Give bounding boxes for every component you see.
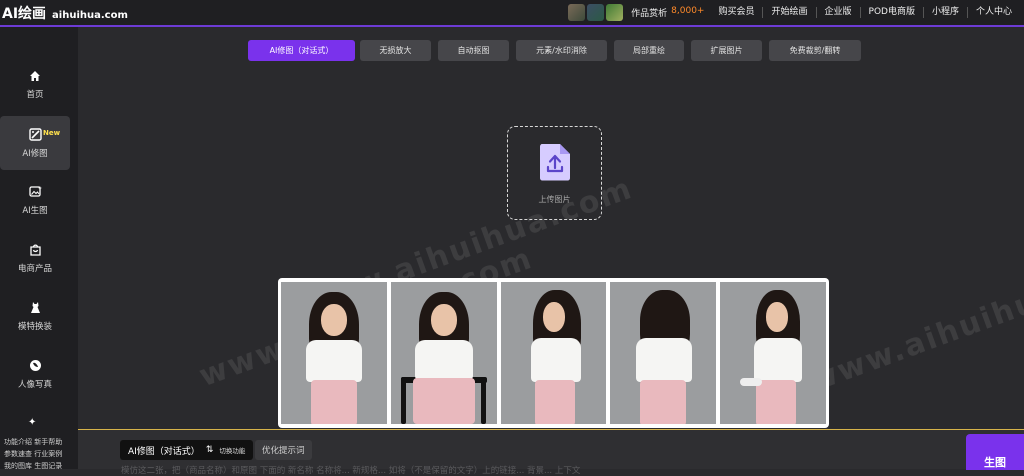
switch-label: 切换功能 bbox=[219, 447, 246, 455]
portrait-icon bbox=[28, 359, 42, 373]
sidebar: 首页 New AI修图 AI生图 电商产品 模特换装 人像写真 ✦ 功能介绍 新… bbox=[0, 27, 78, 472]
tab-auto-cutout[interactable]: 自动抠图 bbox=[438, 40, 509, 61]
tab-crop-flip[interactable]: 免费裁剪/翻转 bbox=[769, 40, 861, 61]
sidebar-item-label: AI生图 bbox=[22, 205, 48, 216]
example-photo[interactable] bbox=[281, 282, 387, 424]
new-badge: New bbox=[43, 129, 61, 137]
top-nav: 作品赏析 8,000+ 购买会员 开始绘画 企业版 POD电商版 小程序 个人中… bbox=[568, 0, 1020, 25]
avatar[interactable] bbox=[587, 4, 605, 21]
footer-link[interactable]: 功能介绍 bbox=[4, 438, 32, 446]
prompt-input[interactable]: 模仿这二张，把（商品名称）和原图 下面的 新名称 名称将... 新规格... 如… bbox=[121, 464, 580, 476]
nav-mini-program[interactable]: 小程序 bbox=[922, 7, 967, 18]
nav-enterprise[interactable]: 企业版 bbox=[815, 7, 860, 18]
logo-text: AI绘画 bbox=[2, 5, 47, 22]
footer-link[interactable]: 新手帮助 bbox=[34, 438, 62, 446]
mode-label: AI修图（对话式） bbox=[128, 446, 200, 457]
home-icon bbox=[28, 69, 42, 83]
nav-profile[interactable]: 个人中心 bbox=[966, 7, 1020, 18]
prompt-bar: AI修图（对话式） ⇅ 切换功能 优化提示词 模仿这二张，把（商品名称）和原图 … bbox=[78, 429, 1024, 476]
sidebar-item-label: 首页 bbox=[26, 89, 44, 100]
footer-link[interactable]: 行业案例 bbox=[34, 450, 62, 458]
sidebar-item-ai-generate[interactable]: AI生图 bbox=[0, 173, 70, 227]
shopping-bag-icon bbox=[28, 243, 42, 257]
mode-selector[interactable]: AI修图（对话式） ⇅ 切换功能 bbox=[120, 440, 254, 460]
upload-label: 上传图片 bbox=[538, 194, 571, 204]
example-photo[interactable] bbox=[720, 282, 826, 424]
sidebar-item-ai-edit[interactable]: New AI修图 bbox=[0, 116, 70, 170]
sidebar-item-model-outfit[interactable]: 模特换装 bbox=[0, 289, 70, 343]
image-generate-icon bbox=[28, 185, 42, 199]
logo[interactable]: AI绘画 aihuihua.com bbox=[0, 3, 128, 23]
appreciate-link[interactable]: 作品赏析 8,000+ bbox=[631, 6, 704, 19]
upload-file-icon bbox=[538, 142, 572, 186]
footer-link[interactable]: 参数速查 bbox=[4, 450, 32, 458]
sidebar-item-portrait[interactable]: 人像写真 bbox=[0, 347, 70, 401]
tab-upscale[interactable]: 无损放大 bbox=[360, 40, 431, 61]
tab-ai-edit[interactable]: AI修图（对话式） bbox=[248, 40, 355, 61]
tool-tabs: AI修图（对话式） 无损放大 自动抠图 元素/水印消除 局部重绘 扩展图片 免费… bbox=[0, 40, 1024, 62]
tab-element-removal[interactable]: 元素/水印消除 bbox=[516, 40, 607, 61]
watermark: www.aihuihua.com bbox=[804, 245, 1024, 400]
sidebar-item-label: 电商产品 bbox=[17, 263, 52, 274]
top-bar: AI绘画 aihuihua.com 作品赏析 8,000+ 购买会员 开始绘画 … bbox=[0, 0, 1024, 27]
example-photo[interactable] bbox=[390, 282, 497, 424]
sidebar-item-label: AI修图 bbox=[22, 148, 48, 159]
optimize-prompt-button[interactable]: 优化提示词 bbox=[255, 440, 312, 460]
sidebar-item-home[interactable]: 首页 bbox=[0, 57, 70, 111]
sidebar-item-label: 人像写真 bbox=[17, 379, 52, 390]
dress-icon bbox=[28, 301, 42, 315]
nav-pod[interactable]: POD电商版 bbox=[859, 7, 923, 18]
avatar[interactable] bbox=[568, 4, 586, 21]
example-photo[interactable] bbox=[500, 282, 607, 424]
sparkle-icon: ✦ bbox=[28, 417, 37, 428]
example-photo[interactable] bbox=[610, 282, 717, 424]
tab-inpaint[interactable]: 局部重绘 bbox=[614, 40, 684, 61]
sidebar-item-ecommerce[interactable]: 电商产品 bbox=[0, 231, 70, 285]
appreciate-count: 8,000+ bbox=[671, 6, 705, 16]
sidebar-footer: 功能介绍 新手帮助 参数速查 行业案例 我的图库 生图记录 bbox=[4, 436, 76, 472]
avatar-group bbox=[568, 4, 624, 21]
swap-icon: ⇅ bbox=[205, 445, 214, 455]
avatar[interactable] bbox=[606, 4, 624, 21]
nav-start-drawing[interactable]: 开始绘画 bbox=[762, 7, 815, 18]
image-edit-icon bbox=[28, 128, 42, 142]
generate-button[interactable]: 生图 bbox=[966, 434, 1024, 470]
nav-buy-membership[interactable]: 购买会员 bbox=[710, 7, 762, 18]
appreciate-label: 作品赏析 bbox=[631, 9, 668, 19]
example-photo-strip bbox=[278, 278, 829, 428]
logo-domain: aihuihua.com bbox=[52, 9, 128, 21]
sidebar-item-label: 模特换装 bbox=[17, 321, 52, 332]
tab-expand[interactable]: 扩展图片 bbox=[691, 40, 762, 61]
upload-dropzone[interactable]: 上传图片 bbox=[507, 126, 602, 220]
